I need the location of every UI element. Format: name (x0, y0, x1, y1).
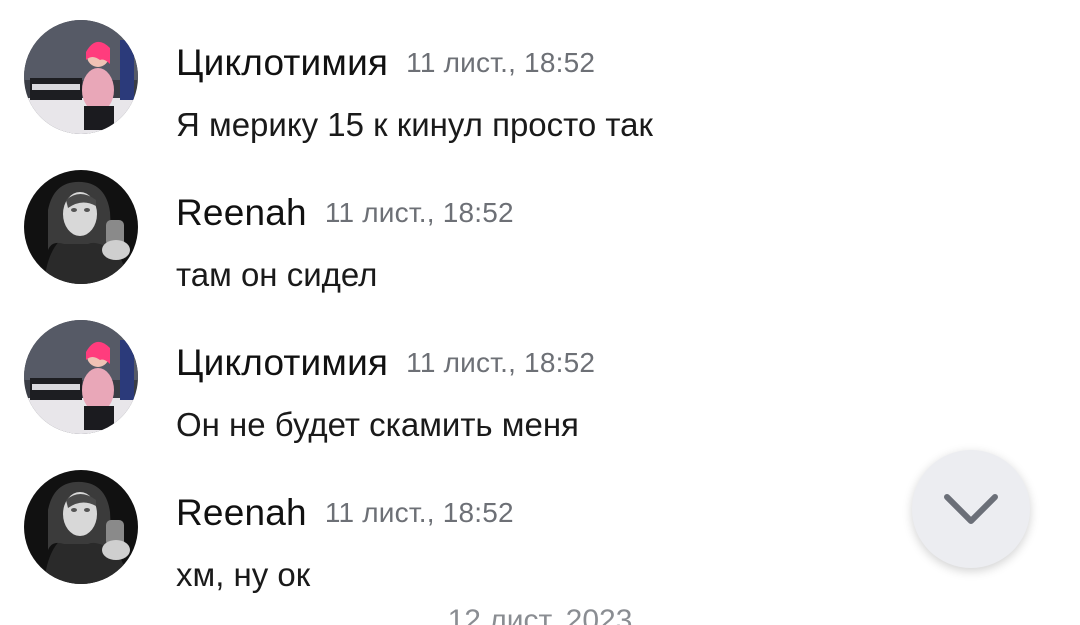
message-author-row: Reenah 11 лист., 18:52 (176, 192, 514, 234)
pink-hair-pianist-avatar (24, 20, 138, 134)
author-name[interactable]: Reenah (176, 192, 307, 233)
date-separator: 12 лист. 2023 (447, 604, 633, 625)
avatar[interactable] (24, 20, 138, 134)
bw-singer-avatar (24, 470, 138, 584)
message-author-row: Циклотимия 11 лист., 18:52 (176, 42, 595, 84)
message-item[interactable]: Reenah 11 лист., 18:52 там он сидел (0, 170, 900, 300)
avatar[interactable] (24, 320, 138, 434)
message-timestamp: 11 лист., 18:52 (324, 497, 514, 528)
message-timestamp: 11 лист., 18:52 (406, 347, 596, 378)
author-name[interactable]: Reenah (176, 492, 307, 533)
message-timestamp: 11 лист., 18:52 (406, 47, 596, 78)
scroll-to-bottom-button[interactable] (912, 450, 1030, 568)
message-author-row: Циклотимия 11 лист., 18:52 (176, 342, 595, 384)
message-text: Он не будет скамить меня (176, 406, 579, 443)
chat-message-list: Циклотимия 11 лист., 18:52 Я мерику 15 к … (0, 0, 1080, 625)
bw-singer-avatar (24, 170, 138, 284)
message-text: хм, ну ок (176, 556, 311, 593)
author-name[interactable]: Циклотимия (176, 42, 388, 83)
message-item[interactable]: Циклотимия 11 лист., 18:52 Я мерику 15 к … (0, 20, 900, 150)
message-item[interactable]: Циклотимия 11 лист., 18:52 Он не будет ск… (0, 320, 900, 450)
avatar[interactable] (24, 470, 138, 584)
message-timestamp: 11 лист., 18:52 (324, 197, 514, 228)
chevron-down-icon (944, 494, 998, 524)
message-author-row: Reenah 11 лист., 18:52 (176, 492, 514, 534)
message-item[interactable]: Reenah 11 лист., 18:52 хм, ну ок (0, 470, 900, 600)
message-text: там он сидел (176, 256, 378, 293)
avatar[interactable] (24, 170, 138, 284)
author-name[interactable]: Циклотимия (176, 342, 388, 383)
message-text: Я мерику 15 к кинул просто так (176, 106, 653, 143)
pink-hair-pianist-avatar (24, 320, 138, 434)
